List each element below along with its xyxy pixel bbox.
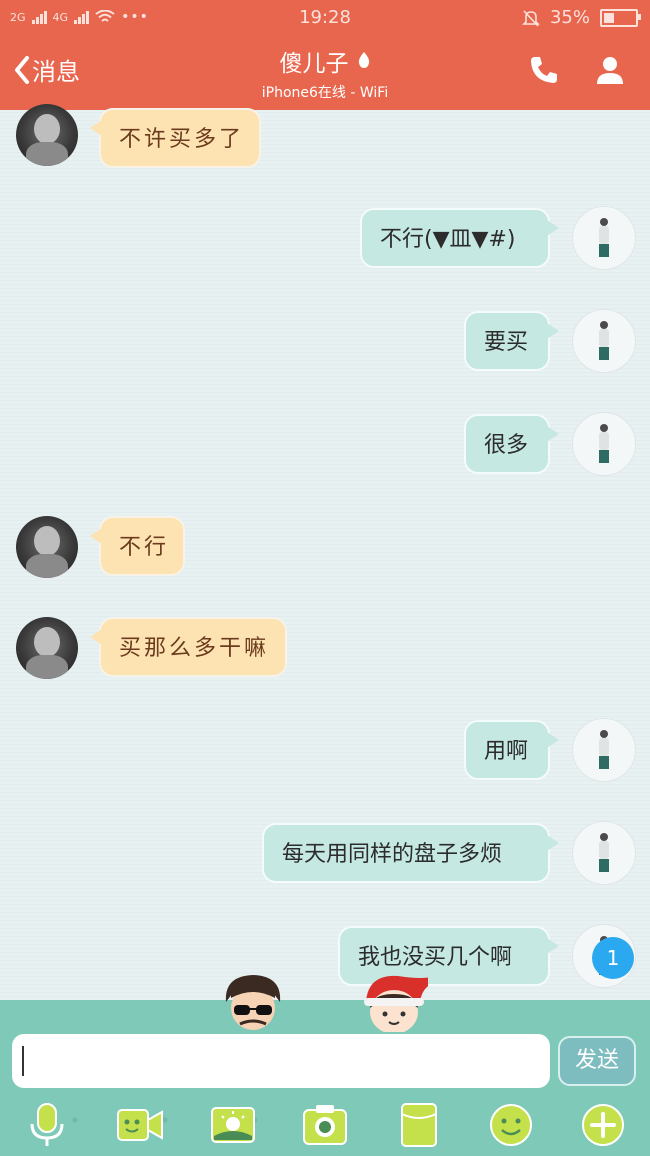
input-panel: 发送 [0, 975, 650, 1156]
boy-sticker-icon [225, 975, 281, 1030]
message-incoming[interactable]: 不许买多了 [90, 108, 261, 168]
my-avatar[interactable] [572, 206, 636, 270]
profile-button[interactable] [594, 54, 626, 90]
contact-avatar[interactable] [16, 104, 78, 166]
message-outgoing[interactable]: 不行(▼皿▼#) [360, 208, 559, 268]
message-incoming[interactable]: 买那么多干嘛 [90, 617, 287, 677]
status-bar: 2G 4G ••• 19:28 35% [0, 0, 650, 34]
emoji-button[interactable] [488, 1102, 534, 1148]
message-outgoing[interactable]: 很多 [464, 414, 559, 474]
chat-area[interactable]: 不许买多了 不行(▼皿▼#) 要买 很多 不行 买那么多干嘛 用啊 每天用同样的… [0, 104, 650, 1000]
chat-header: 消息 傻儿子 iPhone6在线 - WiFi [0, 34, 650, 110]
my-avatar[interactable] [572, 821, 636, 885]
my-avatar[interactable] [572, 309, 636, 373]
message-outgoing[interactable]: 用啊 [464, 720, 559, 780]
profile-icon [597, 57, 623, 84]
photo-button[interactable] [210, 1102, 256, 1148]
phone-button[interactable] [528, 54, 560, 90]
message-incoming[interactable]: 不行 [90, 516, 185, 576]
contact-name: 傻儿子 [279, 51, 349, 77]
message-input[interactable] [12, 1034, 550, 1088]
battery-percent: 35% [549, 7, 590, 28]
my-avatar[interactable] [572, 412, 636, 476]
flame-icon [357, 49, 371, 75]
phone-icon [531, 57, 557, 83]
voice-button[interactable] [24, 1102, 70, 1148]
message-outgoing[interactable]: 每天用同样的盘子多烦 [262, 823, 559, 883]
contact-avatar[interactable] [16, 617, 78, 679]
girl-sticker-icon [364, 975, 428, 1032]
more-button[interactable] [580, 1102, 626, 1148]
camera-icon [303, 1105, 347, 1145]
unread-badge[interactable]: 1 [592, 937, 634, 979]
video-call-icon [117, 1109, 163, 1141]
red-packet-button[interactable] [396, 1102, 442, 1148]
text-cursor [22, 1046, 24, 1076]
contact-avatar[interactable] [16, 516, 78, 578]
red-packet-icon [401, 1103, 437, 1147]
send-button[interactable]: 发送 [558, 1036, 636, 1086]
camera-button[interactable] [302, 1102, 348, 1148]
video-call-button[interactable] [116, 1102, 163, 1148]
my-avatar[interactable] [572, 718, 636, 782]
battery-icon [600, 8, 641, 27]
input-toolbar [0, 1098, 650, 1154]
mute-bell-icon [522, 9, 540, 27]
plus-icon [582, 1104, 624, 1146]
image-icon [211, 1107, 255, 1143]
message-outgoing[interactable]: 要买 [464, 311, 559, 371]
emoji-icon [490, 1104, 532, 1146]
microphone-icon [30, 1103, 64, 1146]
